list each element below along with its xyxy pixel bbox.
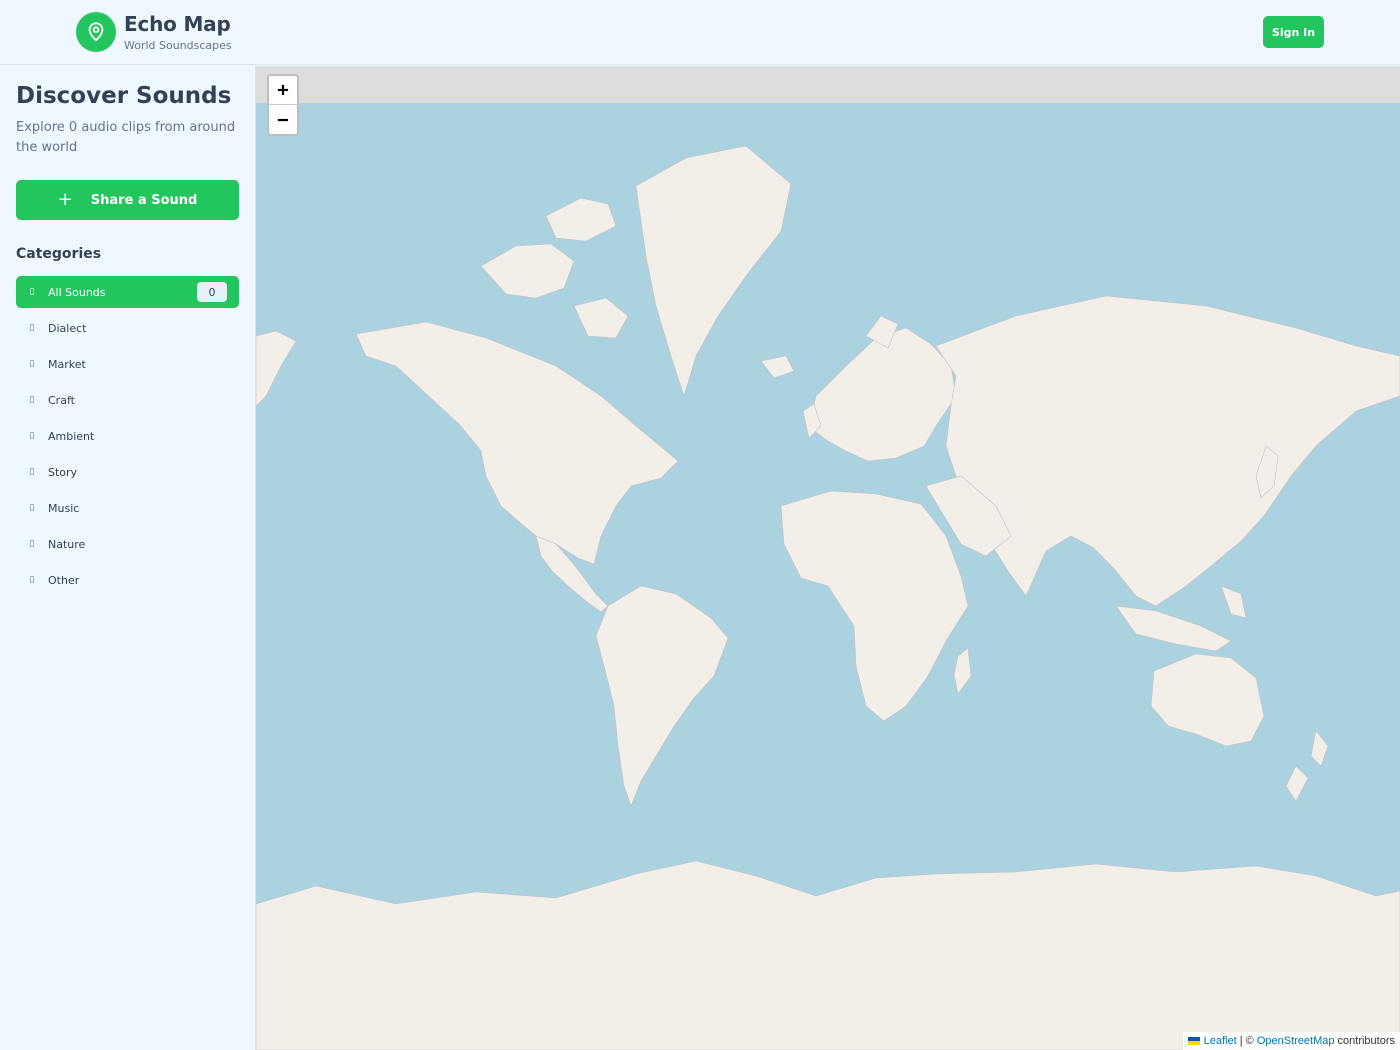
map-tiles[interactable]	[256, 66, 1400, 1050]
category-icon: ▯	[29, 503, 35, 513]
zoom-in-button[interactable]: +	[269, 76, 297, 105]
category-icon: ▯	[29, 323, 35, 333]
zoom-control: + −	[267, 74, 299, 136]
category-label: Craft	[48, 393, 75, 407]
category-story[interactable]: ▯ Story	[16, 456, 239, 488]
attribution-suffix: contributors	[1334, 1035, 1395, 1047]
category-list: ▯ All Sounds 0 ▯ Dialect ▯ Market ▯ Craf…	[16, 276, 239, 600]
category-icon: ▯	[29, 539, 35, 549]
share-sound-label: Share a Sound	[90, 192, 198, 208]
category-nature[interactable]: ▯ Nature	[16, 528, 239, 560]
categories-heading: Categories	[16, 246, 102, 262]
world-map[interactable]: + − Leaflet | © OpenStreetMap contributo…	[256, 66, 1400, 1050]
category-label: Other	[48, 573, 80, 587]
share-sound-button[interactable]: + Share a Sound	[16, 180, 239, 220]
leaflet-link[interactable]: Leaflet	[1204, 1035, 1237, 1047]
category-icon: ▯	[29, 467, 35, 477]
attribution-separator: | ©	[1236, 1035, 1257, 1047]
sidebar: Discover Sounds Explore 0 audio clips fr…	[0, 66, 256, 1050]
brand-subtitle: World Soundscapes	[124, 39, 232, 52]
zoom-out-button[interactable]: −	[269, 105, 297, 134]
category-icon: ▯	[29, 395, 35, 405]
category-label: All Sounds	[48, 285, 106, 299]
category-ambient[interactable]: ▯ Ambient	[16, 420, 239, 452]
category-craft[interactable]: ▯ Craft	[16, 384, 239, 416]
category-icon: ▯	[29, 431, 35, 441]
category-label: Ambient	[48, 429, 95, 443]
category-label: Story	[48, 465, 78, 479]
sign-in-button[interactable]: Sign In	[1263, 16, 1324, 48]
category-label: Dialect	[48, 321, 87, 335]
ukraine-flag-icon	[1187, 1037, 1200, 1045]
logo[interactable]	[76, 12, 116, 52]
map-pin-icon	[88, 22, 104, 42]
category-icon: ▯	[29, 287, 35, 297]
category-label: Market	[48, 357, 86, 371]
category-icon: ▯	[29, 575, 35, 585]
category-dialect[interactable]: ▯ Dialect	[16, 312, 239, 344]
category-other[interactable]: ▯ Other	[16, 564, 239, 596]
category-icon: ▯	[29, 359, 35, 369]
category-label: Music	[48, 501, 80, 515]
category-label: Nature	[48, 537, 86, 551]
category-market[interactable]: ▯ Market	[16, 348, 239, 380]
openstreetmap-link[interactable]: OpenStreetMap	[1257, 1035, 1335, 1047]
plus-icon: +	[57, 189, 73, 210]
category-music[interactable]: ▯ Music	[16, 492, 239, 524]
brand-title: Echo Map	[124, 12, 231, 36]
page-title: Discover Sounds	[16, 83, 232, 109]
app-header: Echo Map World Soundscapes Sign In	[0, 0, 1400, 65]
category-count-badge: 0	[197, 282, 227, 302]
map-attribution: Leaflet | © OpenStreetMap contributors	[1182, 1032, 1400, 1050]
category-all-sounds[interactable]: ▯ All Sounds 0	[16, 276, 239, 308]
page-description: Explore 0 audio clips from around the wo…	[16, 120, 236, 155]
